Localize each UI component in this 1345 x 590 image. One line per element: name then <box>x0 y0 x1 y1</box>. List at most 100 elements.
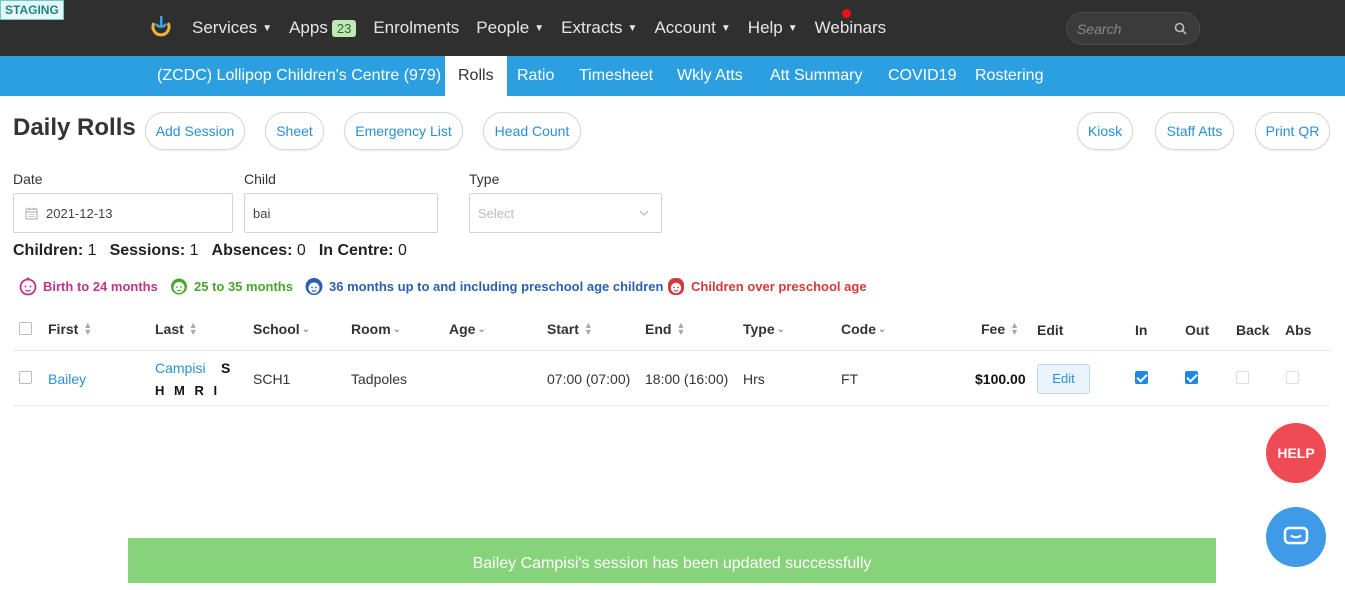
row-divider <box>13 405 1330 406</box>
nav-extracts[interactable]: Extracts ▼ <box>561 18 637 38</box>
col-last[interactable]: Last ▲ ▼ <box>155 320 198 338</box>
nav-apps[interactable]: Apps 23 <box>289 18 357 38</box>
absences-stat: Absences: 0 <box>212 242 306 260</box>
centre-name-link[interactable]: (ZCDC) Lollipop Children's Centre (979) <box>157 56 441 96</box>
col-fee-label: Fee <box>981 321 1006 337</box>
baby-face-icon <box>19 277 37 296</box>
out-checkbox[interactable] <box>1185 371 1198 384</box>
app-logo-icon[interactable] <box>150 14 172 38</box>
type-cell: Hrs <box>743 371 765 387</box>
nav-account[interactable]: Account ▼ <box>654 18 730 38</box>
tab-rolls[interactable]: Rolls <box>445 56 507 96</box>
child-search-input[interactable]: bai <box>244 193 438 233</box>
last-name-link[interactable]: Campisi <box>155 360 206 376</box>
in-checkbox[interactable] <box>1135 371 1148 384</box>
tab-covid19[interactable]: COVID19 <box>888 56 956 96</box>
col-first-label: First <box>48 321 79 337</box>
col-start-label: Start <box>547 321 579 337</box>
legend-label: 36 months up to and including preschool … <box>329 278 664 294</box>
col-edit: Edit <box>1037 322 1063 338</box>
print-qr-button[interactable]: Print QR <box>1255 112 1330 150</box>
col-room[interactable]: Room ⌄ <box>351 321 401 337</box>
start-cell: 07:00 (07:00) <box>547 371 631 387</box>
header-divider <box>13 350 1330 351</box>
col-start[interactable]: Start ▲ ▼ <box>547 320 593 338</box>
sort-icon: ▲ ▼ <box>83 320 93 337</box>
sheet-button[interactable]: Sheet <box>265 112 324 150</box>
nav-account-label: Account <box>654 18 716 37</box>
col-code-label: Code <box>841 321 876 337</box>
emergency-list-button[interactable]: Emergency List <box>344 112 463 150</box>
search-box <box>1066 12 1200 45</box>
chat-button[interactable] <box>1266 507 1326 567</box>
kiosk-button[interactable]: Kiosk <box>1077 112 1133 150</box>
first-name-link[interactable]: Bailey <box>48 371 86 387</box>
abs-checkbox[interactable] <box>1286 371 1299 384</box>
nav-help[interactable]: Help ▼ <box>748 18 798 38</box>
col-type-label: Type <box>743 321 775 337</box>
type-select[interactable]: Select <box>469 193 662 233</box>
date-field[interactable]: 2021-12-13 <box>13 193 233 233</box>
caret-down-icon: ▼ <box>787 22 798 34</box>
head-count-button[interactable]: Head Count <box>483 112 581 150</box>
add-session-button[interactable]: Add Session <box>145 112 245 150</box>
type-label: Type <box>469 171 500 187</box>
nav-enrolments[interactable]: Enrolments <box>373 18 459 38</box>
tab-wkly-atts[interactable]: Wkly Atts <box>677 56 743 96</box>
child-face-icon <box>305 278 323 295</box>
col-end[interactable]: End ▲ ▼ <box>645 320 686 338</box>
staff-atts-button[interactable]: Staff Atts <box>1155 112 1234 150</box>
chevron-down-icon <box>639 210 649 216</box>
col-fee[interactable]: Fee ▲ ▼ <box>981 321 1019 338</box>
col-back: Back <box>1236 322 1269 338</box>
search-input[interactable] <box>1077 20 1172 37</box>
flag-s: S <box>221 360 231 376</box>
end-cell: 18:00 (16:00) <box>645 371 729 387</box>
col-in: In <box>1135 322 1147 338</box>
tab-ratio[interactable]: Ratio <box>517 56 554 96</box>
tab-timesheet[interactable]: Timesheet <box>579 56 653 96</box>
legend-item-school-age: Children over preschool age <box>666 276 867 296</box>
back-checkbox[interactable] <box>1236 371 1249 384</box>
room-cell: Tadpoles <box>351 371 408 387</box>
page-title: Daily Rolls <box>13 114 136 141</box>
nav-webinars[interactable]: Webinars <box>815 18 887 38</box>
tab-rostering[interactable]: Rostering <box>975 56 1043 96</box>
in-centre-stat-label: In Centre: <box>318 242 394 259</box>
help-button[interactable]: HELP <box>1266 423 1326 483</box>
chevron-down-icon: ⌄ <box>301 323 311 335</box>
child-label: Child <box>244 171 276 187</box>
col-in-label: In <box>1135 322 1148 338</box>
nav-people[interactable]: People ▼ <box>476 18 544 38</box>
col-back-label: Back <box>1236 322 1270 338</box>
legend-label: 25 to 35 months <box>194 278 293 294</box>
select-all-checkbox[interactable] <box>19 322 32 335</box>
nav-extracts-label: Extracts <box>561 18 623 37</box>
chevron-down-icon: ⌄ <box>392 323 402 335</box>
col-age[interactable]: Age ⌄ <box>449 321 486 337</box>
nav-services[interactable]: Services ▼ <box>192 18 272 38</box>
sort-icon: ▲ ▼ <box>676 320 686 337</box>
col-school[interactable]: School ⌄ <box>253 321 310 337</box>
col-code[interactable]: Code ⌄ <box>841 321 886 337</box>
date-value: 2021-12-13 <box>46 205 113 221</box>
code-cell: FT <box>841 371 859 387</box>
chevron-down-icon: ⌄ <box>776 323 786 335</box>
col-type[interactable]: Type ⌄ <box>743 321 785 337</box>
chat-icon <box>1283 526 1309 545</box>
sort-icon: ▲ ▼ <box>583 320 593 337</box>
search-icon[interactable] <box>1174 22 1187 35</box>
col-first[interactable]: First ▲ ▼ <box>48 320 93 338</box>
legend-item-preschool: 36 months up to and including preschool … <box>304 276 663 296</box>
main-nav: Services ▼ Apps 23 Enrolments People ▼ Extr… <box>192 0 903 56</box>
legend-item-toddler: 25 to 35 months <box>169 276 293 296</box>
tab-att-summary[interactable]: Att Summary <box>770 56 862 96</box>
row-select-checkbox[interactable] <box>19 371 32 384</box>
type-placeholder: Select <box>478 205 515 221</box>
sort-icon: ▲ ▼ <box>188 320 198 337</box>
legend-label: Children over preschool age <box>691 278 867 294</box>
legend-item-infant: Birth to 24 months <box>18 276 158 296</box>
edit-session-button[interactable]: Edit <box>1037 364 1090 394</box>
apps-count-badge: 23 <box>331 19 357 37</box>
child-value: bai <box>253 205 271 221</box>
